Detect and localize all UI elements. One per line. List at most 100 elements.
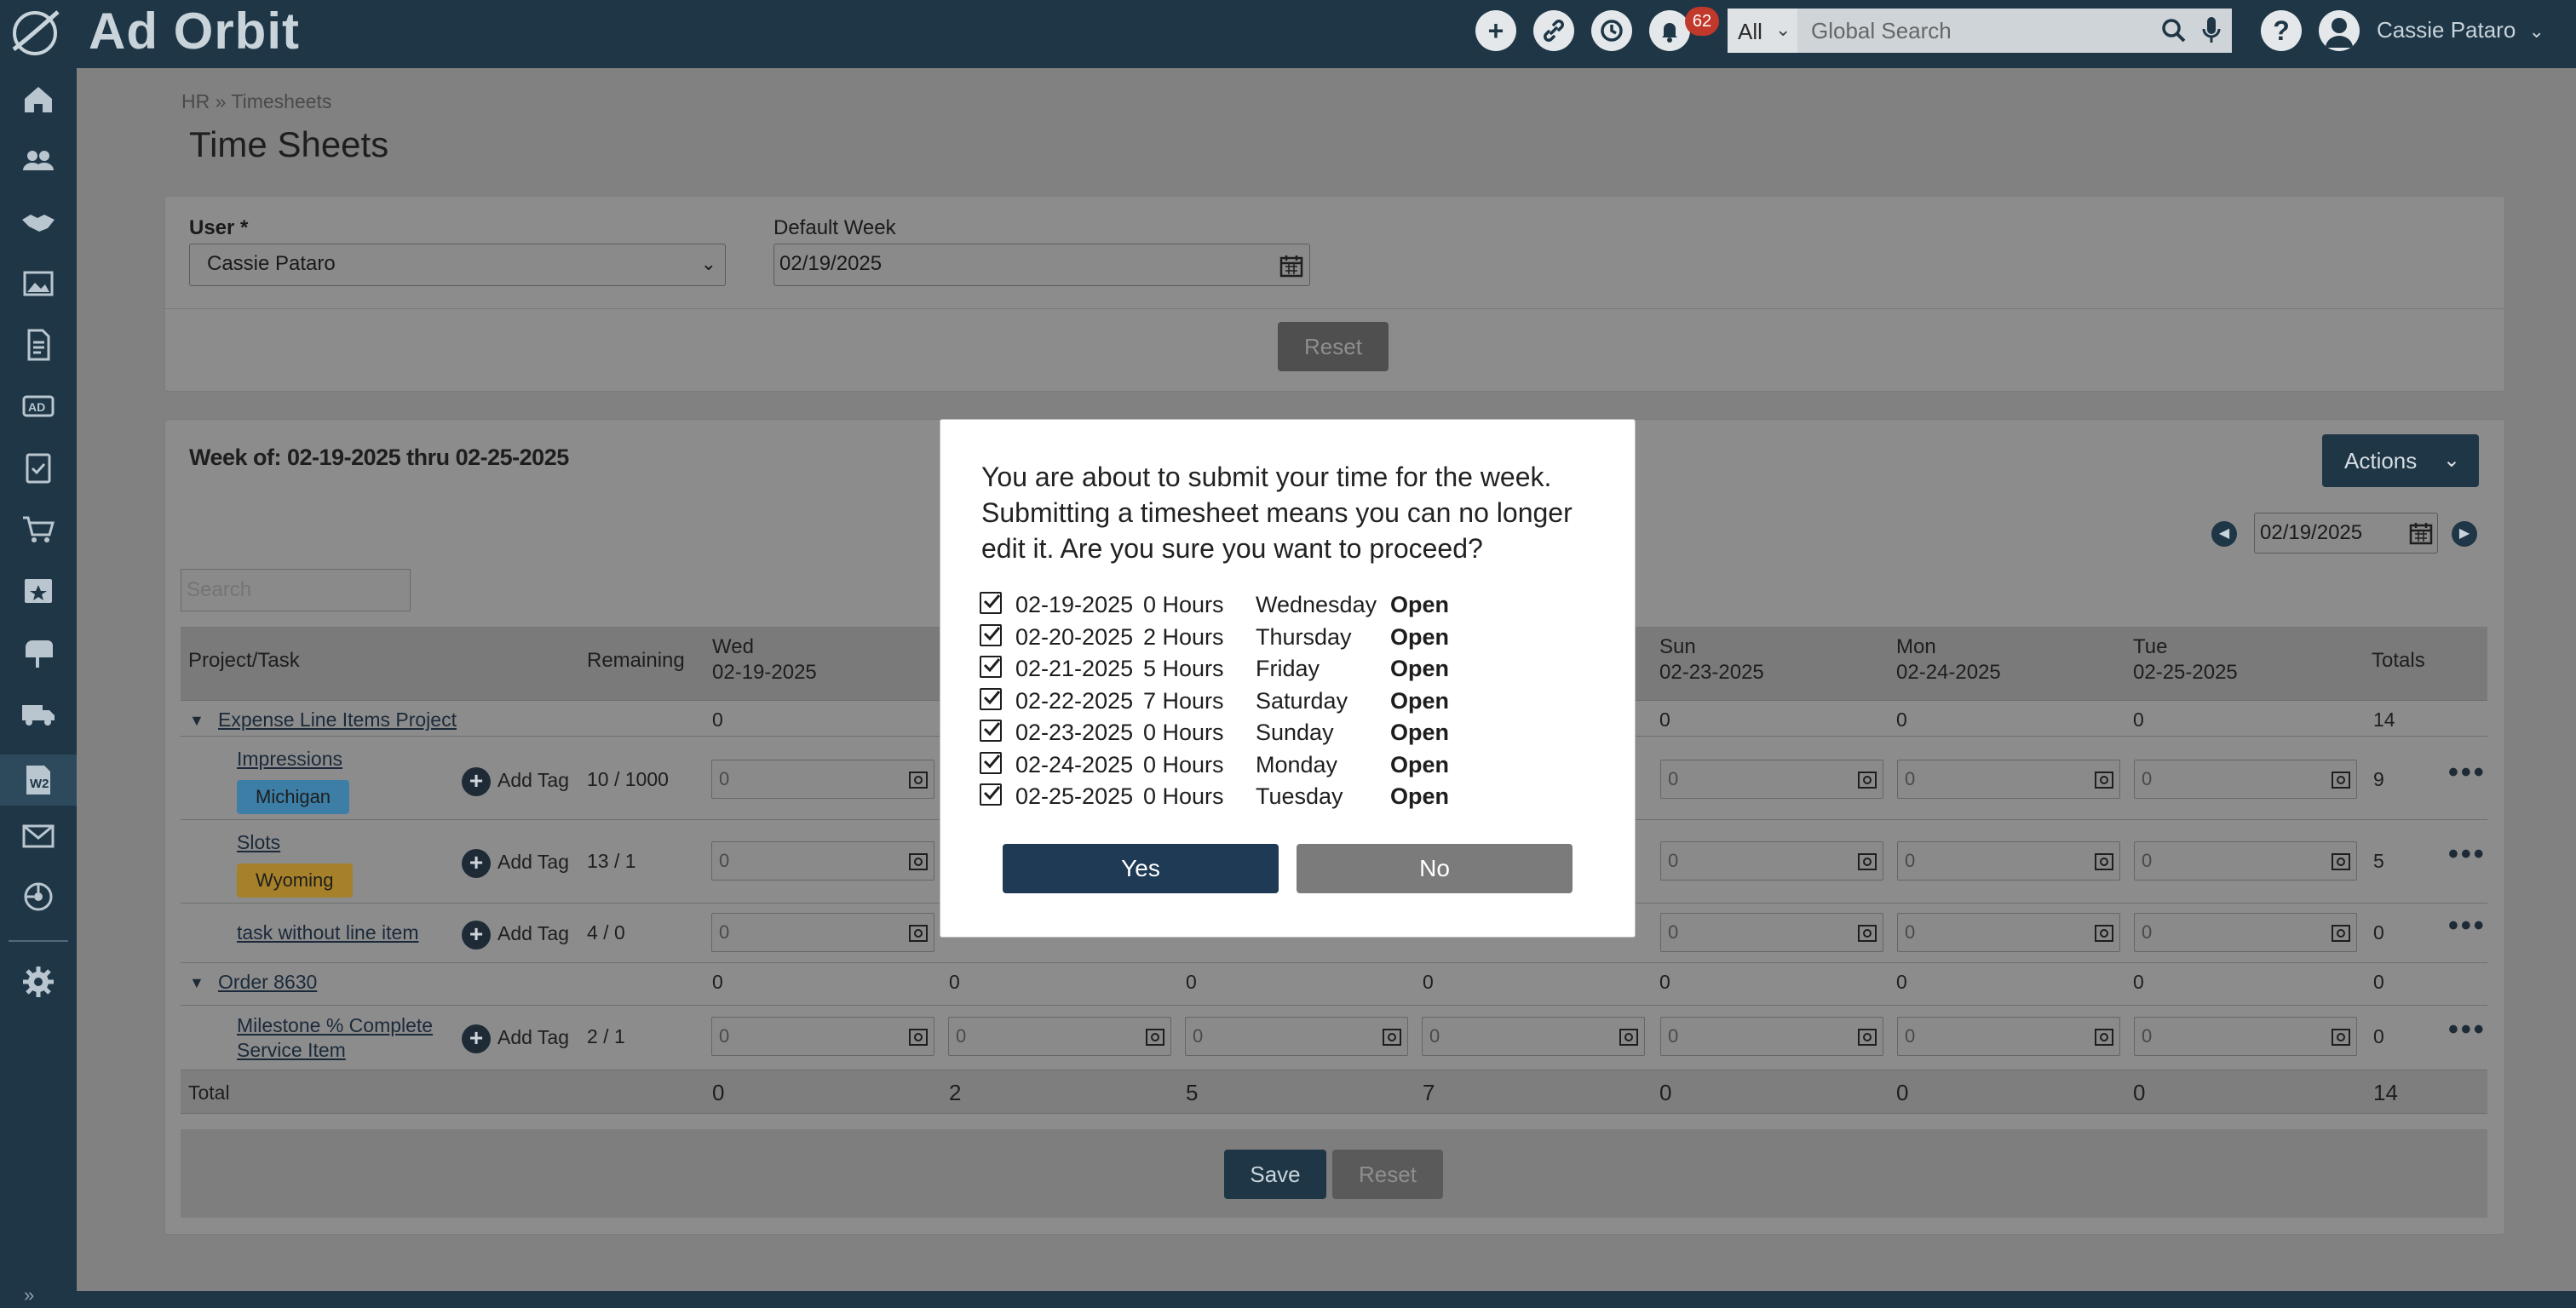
no-button[interactable]: No	[1297, 844, 1573, 893]
hours-input-mon[interactable]: 0	[1897, 913, 2120, 952]
hours-input-sat[interactable]: 0	[1422, 1017, 1645, 1056]
hours-input-mon[interactable]: 0	[1897, 1017, 2120, 1056]
ad-icon[interactable]: AD	[19, 387, 58, 426]
bell-icon[interactable]	[1649, 10, 1690, 51]
microphone-icon[interactable]	[2199, 15, 2223, 46]
task-without-line-item[interactable]: task without line item	[237, 921, 418, 944]
day-checkbox[interactable]	[980, 720, 1002, 742]
note-icon	[1619, 1029, 1638, 1046]
group-order-8630[interactable]: Order 8630	[218, 971, 317, 994]
week-nav-date-input[interactable]: 02/19/2025	[2254, 513, 2438, 554]
hours-input-mon[interactable]: 0	[1897, 760, 2120, 799]
more-options-icon[interactable]: •••	[2448, 756, 2487, 789]
hours-input-wed[interactable]: 0	[711, 913, 934, 952]
add-tag-label: Add Tag	[497, 851, 569, 873]
link-icon[interactable]	[1533, 10, 1574, 51]
day-checkbox[interactable]	[980, 783, 1002, 806]
hours-input-tue[interactable]: 0	[2134, 913, 2357, 952]
history-icon[interactable]	[1591, 10, 1632, 51]
table-search-input[interactable]	[181, 569, 411, 611]
users-icon[interactable]	[19, 141, 58, 181]
add-tag-button[interactable]: + Add Tag	[462, 1022, 569, 1053]
hours-input-tue[interactable]: 0	[2134, 760, 2357, 799]
note-icon	[2095, 925, 2113, 942]
cart-icon[interactable]	[19, 509, 58, 548]
collapse-triangle-icon[interactable]: ▼	[189, 712, 204, 730]
hours-input-fri[interactable]: 0	[1185, 1017, 1408, 1056]
hours-input-sun[interactable]: 0	[1660, 1017, 1883, 1056]
next-week-icon[interactable]: ▶	[2452, 521, 2477, 547]
hours-input-wed[interactable]: 0	[711, 760, 934, 799]
day-checkbox[interactable]	[980, 624, 1002, 646]
yes-button[interactable]: Yes	[1003, 844, 1279, 893]
truck-icon[interactable]	[19, 693, 58, 732]
more-options-icon[interactable]: •••	[2448, 909, 2487, 943]
remaining-value: 10 / 1000	[587, 768, 669, 790]
user-select[interactable]: Cassie Pataro ⌄	[189, 244, 726, 286]
avatar-icon[interactable]	[2319, 10, 2360, 51]
hours-input-wed[interactable]: 0	[711, 1017, 934, 1056]
hours-input-thu[interactable]: 0	[948, 1017, 1171, 1056]
handshake-icon[interactable]	[19, 203, 58, 242]
add-tag-button[interactable]: + Add Tag	[462, 765, 569, 796]
home-icon[interactable]	[19, 80, 58, 119]
clipboard-check-icon[interactable]	[19, 448, 58, 487]
timesheet-icon[interactable]: W2	[0, 754, 77, 806]
group-cell: 0	[2133, 971, 2144, 993]
row-date: 02-25-2025	[1015, 783, 1134, 809]
tag-michigan[interactable]: Michigan	[237, 780, 350, 814]
add-tag-button[interactable]: + Add Tag	[462, 846, 569, 878]
user-menu[interactable]: Cassie Pataro ⌄	[2377, 17, 2544, 43]
app-logo[interactable]: Ad Orbit	[89, 2, 300, 60]
more-options-icon[interactable]: •••	[2448, 1013, 2487, 1047]
breadcrumb-timesheets[interactable]: Timesheets	[231, 90, 331, 112]
day-checkbox[interactable]	[980, 592, 1002, 614]
calendar-icon[interactable]	[1279, 253, 1304, 278]
row-status: Open	[1390, 592, 1450, 617]
previous-week-icon[interactable]: ◀	[2211, 521, 2237, 547]
week-nav-date-value: 02/19/2025	[2260, 521, 2363, 544]
settings-icon[interactable]	[19, 962, 58, 1001]
support-icon[interactable]	[19, 877, 58, 916]
mailbox-icon[interactable]	[19, 632, 58, 671]
default-week-input[interactable]: 02/19/2025	[773, 244, 1310, 286]
day-checkbox[interactable]	[980, 656, 1002, 678]
day-checkbox[interactable]	[980, 688, 1002, 710]
note-icon	[1858, 853, 1877, 870]
hours-input-sun[interactable]: 0	[1660, 913, 1883, 952]
tag-wyoming[interactable]: Wyoming	[237, 863, 353, 898]
group-expense-line-items[interactable]: Expense Line Items Project	[218, 708, 457, 731]
add-icon[interactable]: +	[1475, 10, 1516, 51]
hours-input-mon[interactable]: 0	[1897, 841, 2120, 881]
search-scope-select[interactable]: All ⌄	[1728, 9, 1797, 53]
help-icon[interactable]: ?	[2261, 10, 2302, 51]
orbit-logo-icon[interactable]	[7, 5, 63, 61]
filter-reset-button[interactable]: Reset	[1278, 322, 1389, 371]
more-options-icon[interactable]: •••	[2448, 838, 2487, 871]
collapse-triangle-icon[interactable]: ▼	[189, 974, 204, 992]
day-checkbox[interactable]	[980, 752, 1002, 774]
hours-input-sun[interactable]: 0	[1660, 760, 1883, 799]
task-milestone-complete[interactable]: Milestone % Complete Service Item	[237, 1013, 450, 1063]
hours-input-sun[interactable]: 0	[1660, 841, 1883, 881]
calendar-icon[interactable]	[2408, 520, 2434, 546]
plus-icon: +	[462, 848, 491, 878]
hours-input-tue[interactable]: 0	[2134, 841, 2357, 881]
document-icon[interactable]	[19, 325, 58, 364]
svg-text:W2: W2	[30, 777, 49, 791]
footer-reset-button[interactable]: Reset	[1332, 1150, 1443, 1199]
save-button[interactable]: Save	[1224, 1150, 1326, 1199]
add-tag-button[interactable]: + Add Tag	[462, 918, 569, 949]
breadcrumb-hr[interactable]: HR	[181, 90, 210, 112]
mail-icon[interactable]	[19, 816, 58, 855]
task-impressions[interactable]: Impressions	[237, 748, 342, 771]
collapse-sidebar-icon[interactable]: »	[24, 1284, 34, 1306]
hours-input-tue[interactable]: 0	[2134, 1017, 2357, 1056]
image-icon[interactable]	[19, 264, 58, 303]
search-icon[interactable]	[2160, 17, 2188, 44]
actions-button[interactable]: Actions ⌄	[2322, 434, 2479, 487]
task-slots[interactable]: Slots	[237, 831, 280, 854]
row-day: Wednesday	[1256, 592, 1377, 617]
calendar-star-icon[interactable]	[19, 571, 58, 610]
hours-input-wed[interactable]: 0	[711, 841, 934, 881]
